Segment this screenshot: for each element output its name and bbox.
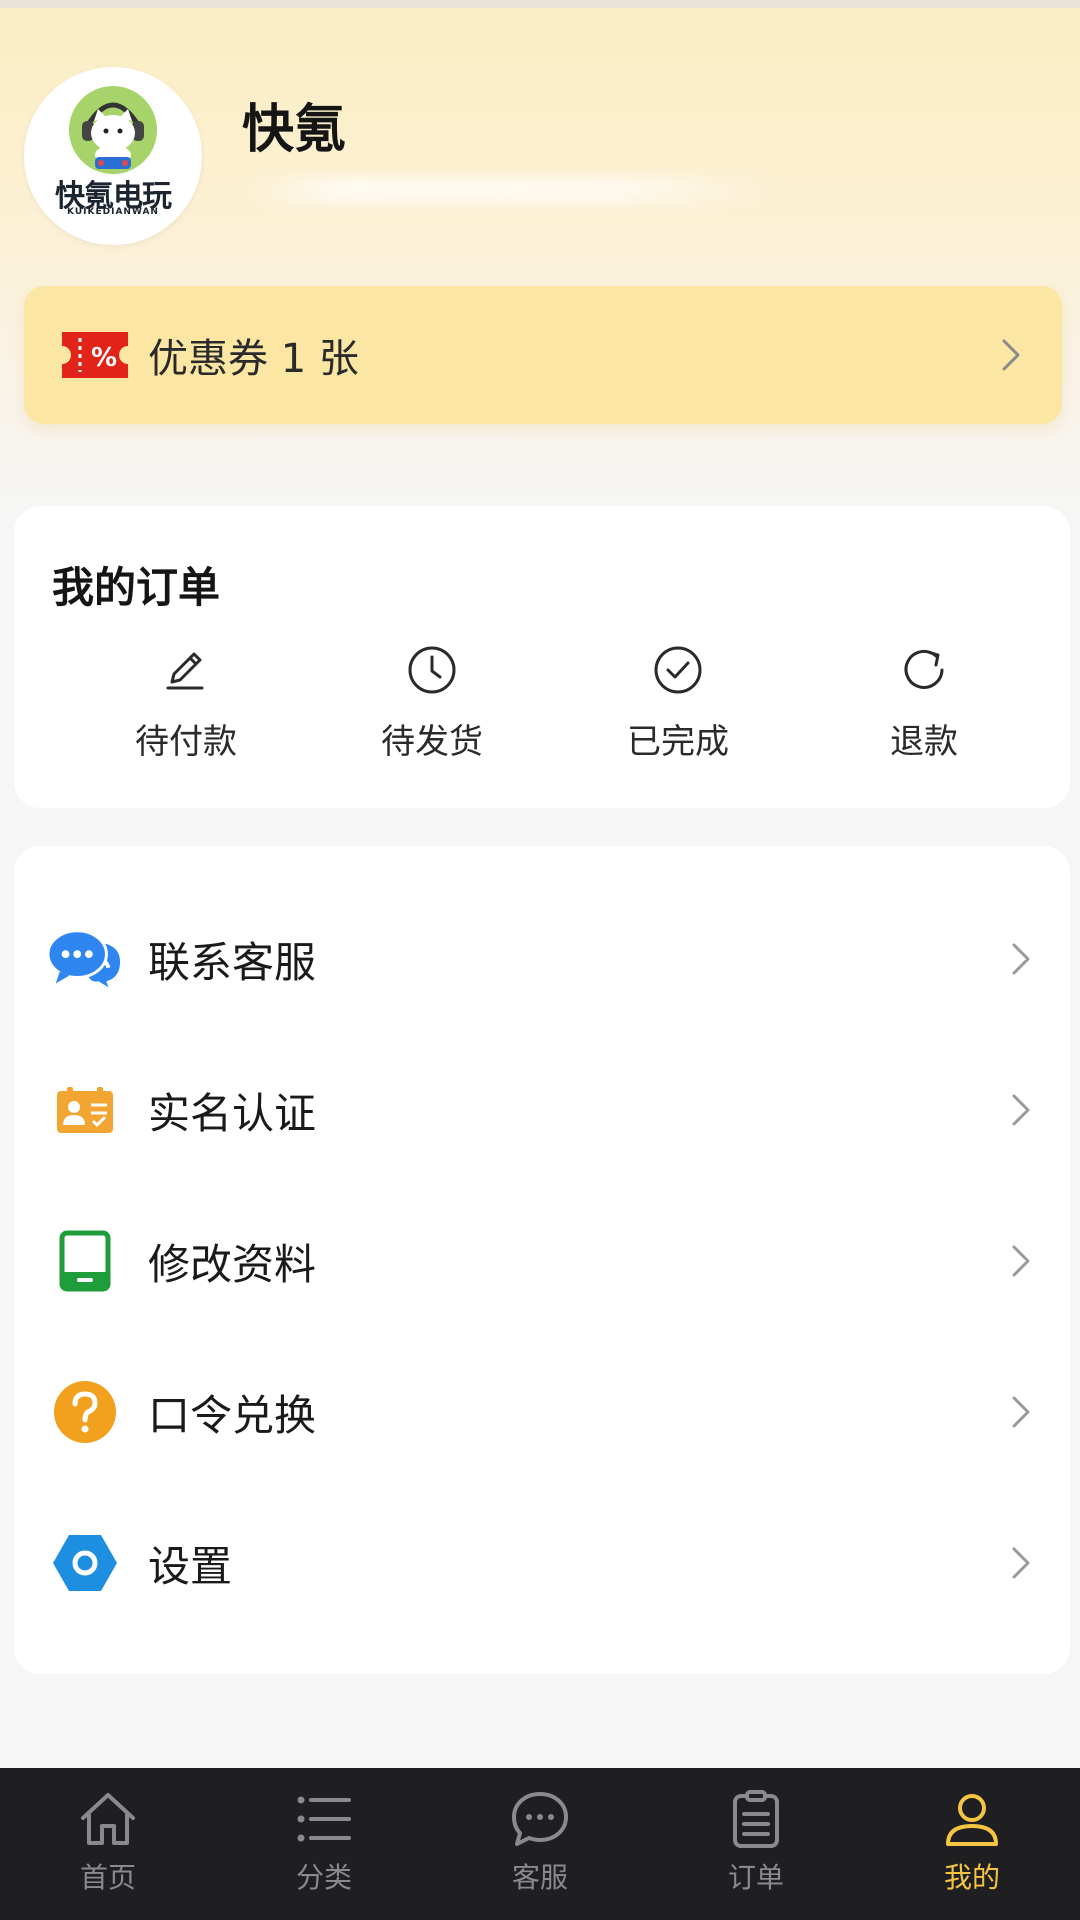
coupon-percent-icon: % — [62, 332, 128, 378]
clipboard-icon — [733, 1790, 779, 1848]
chat-icon — [512, 1792, 568, 1846]
list-icon — [297, 1796, 351, 1842]
avatar-logo-subtitle: KUIKEDIANWAN — [67, 207, 159, 217]
menu-label: 设置 — [148, 1541, 233, 1591]
tab-orders[interactable]: 订单 — [648, 1768, 864, 1920]
tab-home[interactable]: 首页 — [0, 1768, 216, 1920]
coupon-label: 优惠券 1 张 — [148, 336, 359, 382]
menu-item-code-redeem[interactable]: 口令兑换 — [14, 1337, 1070, 1487]
tab-label: 订单 — [727, 1861, 784, 1894]
order-label: 退款 — [890, 722, 958, 762]
home-icon — [81, 1793, 135, 1845]
menu-card: 联系客服 实名认证 修改资料 口令兑换 设置 — [14, 846, 1070, 1674]
order-completed[interactable]: 已完成 — [588, 644, 768, 784]
profile-page: 快氪电玩 KUIKEDIANWAN 快氪 % 优惠券 1 张 我的订单 待付款 — [0, 0, 1080, 1920]
menu-item-real-name-auth[interactable]: 实名认证 — [14, 1035, 1070, 1185]
menu-label: 口令兑换 — [148, 1390, 317, 1440]
chevron-right-icon — [1012, 943, 1030, 975]
id-card-icon — [57, 1087, 113, 1133]
chevron-right-icon — [1012, 1094, 1030, 1126]
username: 快氪 — [242, 99, 347, 160]
tablet-icon — [59, 1230, 111, 1292]
check-circle-icon — [654, 646, 702, 694]
orders-card: 我的订单 待付款 待发货 已完成 退款 — [14, 506, 1070, 808]
coupon-bar[interactable]: % 优惠券 1 张 — [24, 286, 1062, 424]
status-strip — [0, 0, 1080, 8]
chat-bubbles-icon — [48, 929, 121, 988]
avatar[interactable]: 快氪电玩 KUIKEDIANWAN — [24, 67, 202, 245]
menu-icon-wrap — [48, 1526, 122, 1600]
tab-label: 分类 — [295, 1861, 352, 1894]
pencil-icon — [166, 652, 204, 690]
clock-icon — [408, 646, 456, 694]
tab-category[interactable]: 分类 — [216, 1768, 432, 1920]
menu-label: 修改资料 — [148, 1239, 317, 1289]
menu-label: 联系客服 — [148, 937, 317, 987]
tab-label: 我的 — [943, 1861, 1000, 1894]
menu-item-contact-service[interactable]: 联系客服 — [14, 884, 1070, 1034]
menu-icon-wrap — [48, 1375, 122, 1449]
refresh-icon — [904, 649, 944, 689]
chevron-right-icon — [1012, 1245, 1030, 1277]
cat-mascot-icon — [69, 86, 157, 174]
order-pending-shipment[interactable]: 待发货 — [342, 644, 522, 784]
profile-header: 快氪电玩 KUIKEDIANWAN 快氪 — [24, 66, 346, 246]
tab-label: 客服 — [511, 1861, 568, 1894]
menu-icon-wrap — [48, 1224, 122, 1298]
question-icon — [54, 1381, 116, 1443]
menu-item-edit-profile[interactable]: 修改资料 — [14, 1186, 1070, 1336]
bottom-tab-bar: 首页 分类 客服 订单 我的 — [0, 1768, 1080, 1920]
chevron-right-icon — [1002, 339, 1020, 371]
chevron-right-icon — [1012, 1547, 1030, 1579]
user-icon — [946, 1794, 998, 1846]
menu-item-settings[interactable]: 设置 — [14, 1488, 1070, 1638]
menu-icon-wrap — [48, 1073, 122, 1147]
svg-text:%: % — [91, 343, 117, 373]
order-refund[interactable]: 退款 — [834, 644, 1014, 784]
blurred-subtitle — [240, 176, 780, 204]
order-label: 已完成 — [627, 722, 729, 762]
menu-label: 实名认证 — [148, 1088, 317, 1138]
orders-title: 我的订单 — [52, 563, 221, 612]
settings-hex-icon — [53, 1535, 117, 1591]
order-label: 待付款 — [135, 722, 237, 762]
tab-service[interactable]: 客服 — [432, 1768, 648, 1920]
order-pending-payment[interactable]: 待付款 — [96, 644, 276, 784]
tab-label: 首页 — [79, 1861, 136, 1894]
tab-mine[interactable]: 我的 — [864, 1768, 1080, 1920]
chevron-right-icon — [1012, 1396, 1030, 1428]
menu-icon-wrap — [48, 922, 122, 996]
order-label: 待发货 — [381, 722, 483, 762]
